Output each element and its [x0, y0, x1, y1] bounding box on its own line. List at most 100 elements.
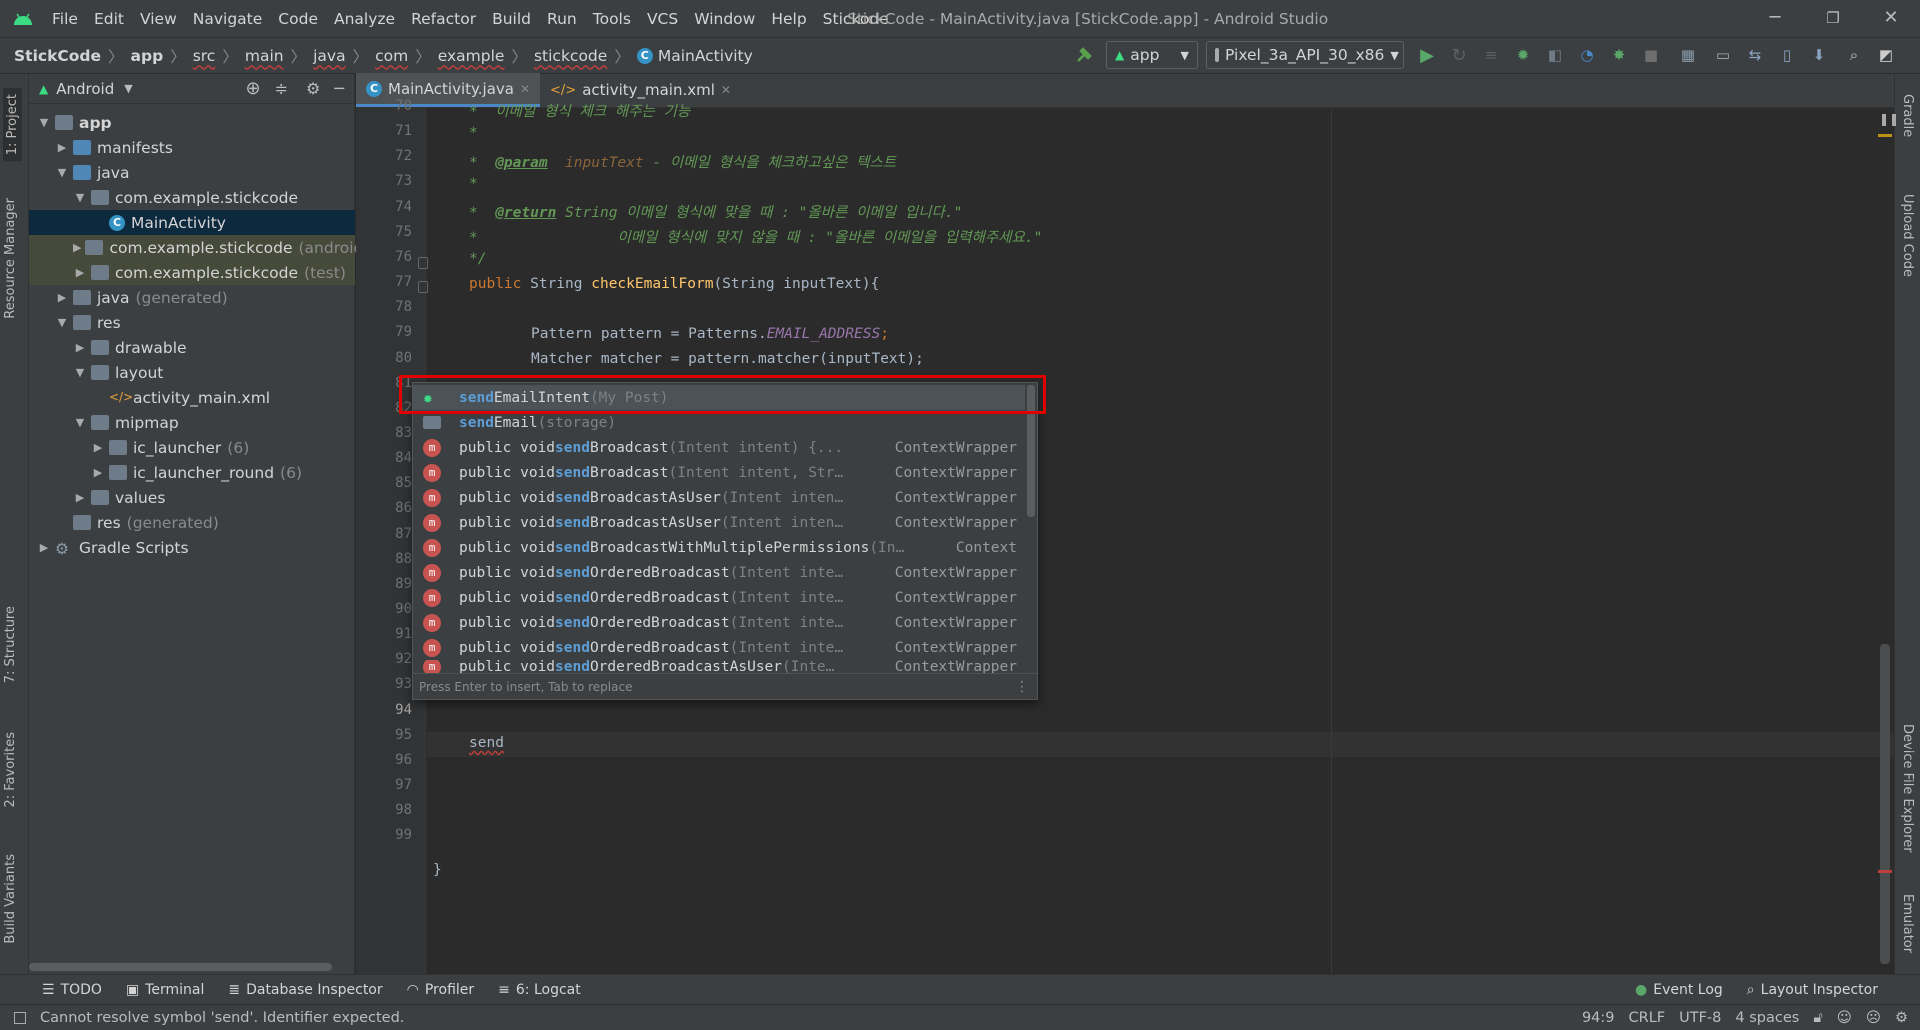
- breadcrumb-item[interactable]: java: [313, 47, 345, 65]
- tab-favorites[interactable]: 2: Favorites: [3, 732, 18, 808]
- menu-refactor[interactable]: Refactor: [403, 10, 484, 28]
- menu-window[interactable]: Window: [686, 10, 763, 28]
- project-structure-icon[interactable]: ▦: [1677, 44, 1699, 66]
- caret-position[interactable]: 94:9: [1582, 1010, 1615, 1026]
- menu-vcs[interactable]: VCS: [639, 10, 686, 28]
- indent-setting[interactable]: 4 spaces: [1735, 1010, 1799, 1026]
- menu-build[interactable]: Build: [484, 10, 539, 28]
- expand-right-icon[interactable]: ▶: [73, 491, 87, 504]
- tree-item[interactable]: ▼ com.example.stickcode: [29, 185, 355, 210]
- tree-item[interactable]: ▶ com.example.stickcode (test): [29, 260, 355, 285]
- tree-item[interactable]: ▶ ic_launcher_round (6): [29, 460, 355, 485]
- user-icon[interactable]: ◩: [1875, 44, 1897, 66]
- lock-icon[interactable]: 🔓︎: [1813, 1010, 1822, 1026]
- event-log-button[interactable]: ● Event Log: [1623, 982, 1735, 998]
- tree-item[interactable]: ▼ java: [29, 160, 355, 185]
- breadcrumb-item[interactable]: src: [193, 47, 216, 65]
- breadcrumb-item[interactable]: MainActivity: [658, 47, 753, 65]
- expand-right-icon[interactable]: ▶: [91, 441, 105, 454]
- attach-debugger-icon[interactable]: ◧: [1544, 44, 1566, 66]
- menu-help[interactable]: Help: [763, 10, 814, 28]
- expand-down-icon[interactable]: ▼: [55, 166, 69, 179]
- close-icon[interactable]: ✕: [721, 83, 731, 97]
- code-line-80[interactable]: Matcher matcher = pattern.matcher(inputT…: [531, 351, 924, 367]
- completion-item[interactable]: m public void send Broadcast (Intent intent…: [413, 460, 1025, 485]
- sync-gradle-icon[interactable]: ⇆: [1744, 44, 1766, 66]
- profile-icon[interactable]: ◔: [1576, 44, 1598, 66]
- fold-marker-icon[interactable]: [418, 281, 428, 293]
- profiler-button[interactable]: ◠ Profiler: [395, 982, 487, 998]
- collapse-all-icon[interactable]: ≑: [275, 79, 288, 98]
- error-stripe-marker[interactable]: [1878, 870, 1892, 873]
- completion-item[interactable]: m public void send BroadcastAsUser (Intent …: [413, 485, 1025, 510]
- breadcrumb-item[interactable]: stickcode: [534, 47, 607, 65]
- menu-view[interactable]: View: [132, 10, 185, 28]
- database-inspector-button[interactable]: ≣ Database Inspector: [216, 982, 394, 998]
- breadcrumb-item[interactable]: app: [131, 47, 164, 65]
- completion-item[interactable]: m public void send Broadcast (Intent intent…: [413, 435, 1025, 460]
- code-line-75[interactable]: * 이메일 형식에 맞지 않을 때 : "올바른 이메일을 입력해주세요.": [469, 226, 1042, 247]
- minimize-button[interactable]: ─: [1763, 6, 1787, 30]
- menu-analyze[interactable]: Analyze: [326, 10, 403, 28]
- menu-file[interactable]: File: [44, 10, 86, 28]
- run-icon[interactable]: ▶: [1416, 44, 1438, 66]
- expand-down-icon[interactable]: ▼: [37, 116, 51, 129]
- file-encoding[interactable]: UTF-8: [1679, 1010, 1721, 1026]
- code-line-77[interactable]: public String checkEmailForm(String inpu…: [469, 276, 879, 292]
- gear-icon[interactable]: ⚙: [306, 79, 320, 98]
- inspection-icon[interactable]: ❚❚: [1879, 112, 1899, 126]
- completion-item[interactable]: m public void send OrderedBroadcast (Intent…: [413, 560, 1025, 585]
- vertical-scrollbar[interactable]: [1880, 644, 1890, 964]
- expand-right-icon[interactable]: ▶: [73, 341, 87, 354]
- tree-item[interactable]: ▼ res: [29, 310, 355, 335]
- logcat-button[interactable]: ≡ 6: Logcat: [486, 982, 593, 998]
- code-line-71[interactable]: *: [469, 125, 478, 141]
- breadcrumb-item[interactable]: example: [438, 47, 505, 65]
- breadcrumb-item[interactable]: main: [245, 47, 284, 65]
- tree-item[interactable]: res (generated): [29, 510, 355, 535]
- tab-project[interactable]: 1: Project: [3, 88, 22, 162]
- more-options-icon[interactable]: ⋮: [1015, 674, 1029, 700]
- completion-item[interactable]: m public void send OrderedBroadcast (Intent…: [413, 610, 1025, 635]
- inspector-icon[interactable]: ☹: [1866, 1010, 1881, 1026]
- project-view-select[interactable]: Android: [56, 80, 114, 98]
- completion-item[interactable]: m public void send BroadcastAsUser (Intent …: [413, 510, 1025, 535]
- terminal-button[interactable]: ▣ Terminal: [114, 982, 216, 998]
- sdk-manager-icon[interactable]: ⬇: [1808, 44, 1830, 66]
- breadcrumb-item[interactable]: com: [375, 47, 408, 65]
- close-icon[interactable]: ✕: [520, 82, 530, 96]
- tree-item[interactable]: ▼ mipmap: [29, 410, 355, 435]
- smile-icon[interactable]: ☺: [1837, 1010, 1852, 1026]
- run-config-select[interactable]: ▲ app ▼: [1106, 41, 1198, 69]
- restore-button[interactable]: ❐: [1821, 6, 1845, 30]
- code-line-70[interactable]: * 이메일 형식 체크 해주는 기능: [469, 100, 690, 121]
- stop-icon[interactable]: ■: [1640, 44, 1662, 66]
- code-line-99[interactable]: }: [433, 862, 442, 878]
- search-icon[interactable]: ⌕: [1843, 44, 1865, 66]
- line-separator[interactable]: CRLF: [1629, 1010, 1666, 1026]
- tab-resource-manager[interactable]: Resource Manager: [3, 198, 18, 319]
- tree-item[interactable]: </> activity_main.xml: [29, 385, 355, 410]
- debug-icon[interactable]: ✹: [1512, 44, 1534, 66]
- code-line-72[interactable]: * @param inputText - 이메일 형식을 체크하고싶은 텍스트: [469, 151, 896, 172]
- menu-run[interactable]: Run: [539, 10, 585, 28]
- locate-icon[interactable]: ⊕: [246, 78, 261, 99]
- tree-item[interactable]: ▶ manifests: [29, 135, 355, 160]
- completion-item[interactable]: m public void send OrderedBroadcast (Intent…: [413, 585, 1025, 610]
- menu-edit[interactable]: Edit: [86, 10, 132, 28]
- expand-right-icon[interactable]: ▶: [73, 241, 81, 254]
- tab-upload-code[interactable]: Upload Code: [1900, 194, 1915, 277]
- tree-item[interactable]: ▼ app: [29, 110, 355, 135]
- tree-item[interactable]: ▶ java (generated): [29, 285, 355, 310]
- expand-down-icon[interactable]: ▼: [73, 416, 87, 429]
- horizontal-scrollbar[interactable]: [29, 963, 332, 971]
- error-stripe-marker[interactable]: [1878, 134, 1892, 137]
- menu-navigate[interactable]: Navigate: [185, 10, 271, 28]
- code-line-94[interactable]: send: [469, 735, 504, 751]
- expand-right-icon[interactable]: ▶: [91, 466, 105, 479]
- expand-right-icon[interactable]: ▶: [55, 141, 69, 154]
- completion-item[interactable]: m public void send OrderedBroadcastAsUser(…: [413, 660, 1025, 674]
- fold-marker-icon[interactable]: [418, 257, 428, 269]
- build-hammer-icon[interactable]: [1073, 44, 1095, 66]
- tree-item[interactable]: ▼ layout: [29, 360, 355, 385]
